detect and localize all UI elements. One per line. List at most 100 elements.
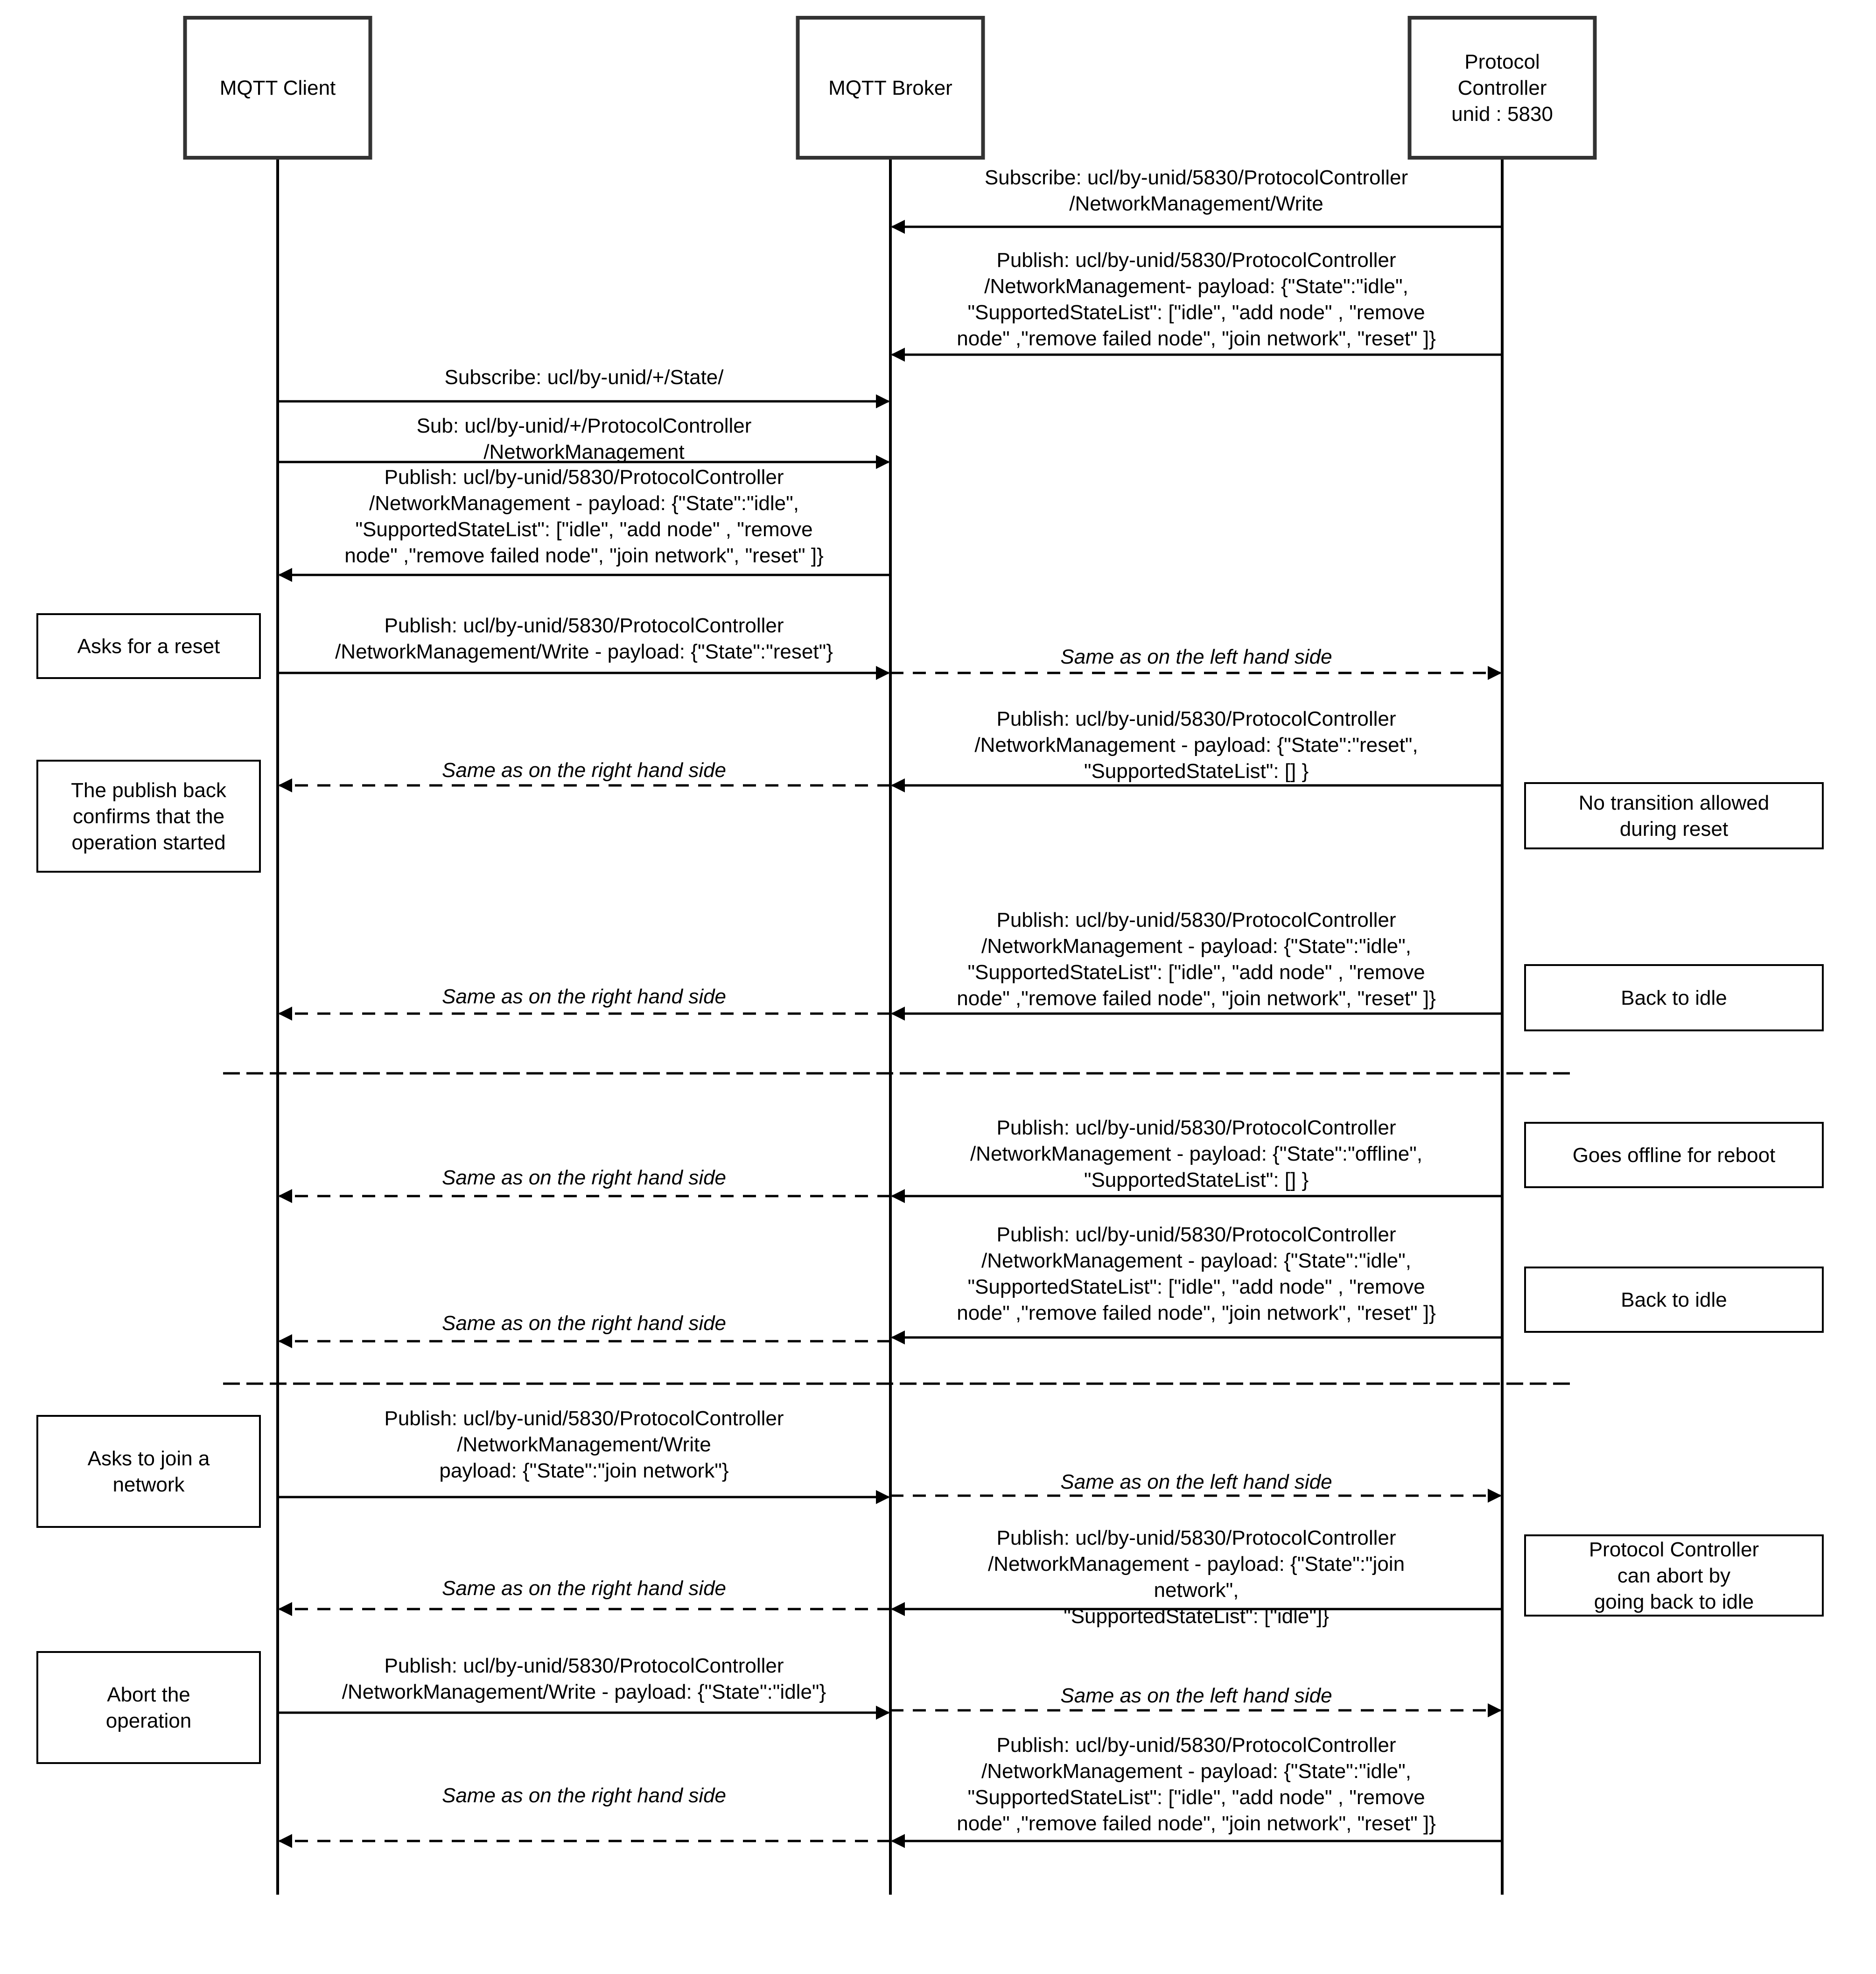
message-label: Same as on the right hand side bbox=[442, 1577, 726, 1600]
note: Asks for a reset bbox=[36, 613, 261, 679]
relay-message[interactable]: Same as on the right hand side bbox=[278, 1166, 890, 1203]
message[interactable]: Publish: ucl/by-unid/5830/ProtocolContro… bbox=[891, 249, 1502, 362]
message-label-line: /NetworkManagement- payload: {"State":"i… bbox=[984, 275, 1408, 298]
note-text-line: operation bbox=[106, 1709, 191, 1732]
relay-message[interactable]: Same as on the left hand side bbox=[890, 1470, 1502, 1503]
message-label-line: Same as on the right hand side bbox=[442, 1577, 726, 1600]
note: Protocol Controller can abort by going bac… bbox=[1524, 1534, 1824, 1617]
sequence-diagram: MQTT Client MQTT Broker Protocol Controller… bbox=[36, 16, 1824, 1895]
message-label-line: "SupportedStateList": ["idle", "add node… bbox=[967, 1275, 1425, 1298]
message-label-line: Sub: ucl/by-unid/+/ProtocolController bbox=[417, 414, 752, 437]
message-label: Publish: ucl/by-unid/5830/ProtocolContro… bbox=[384, 1407, 784, 1482]
message-label: Publish: ucl/by-unid/5830/ProtocolContro… bbox=[344, 466, 824, 567]
note-text: The publish back confirms that the operati… bbox=[71, 779, 227, 854]
message-label-line: node" ,"remove failed node", "join netwo… bbox=[957, 327, 1436, 350]
message-label-line: Publish: ucl/by-unid/5830/ProtocolContro… bbox=[384, 1654, 784, 1677]
relay-message[interactable]: Same as on the left hand side bbox=[890, 645, 1502, 680]
relay-message[interactable]: Same as on the left hand side bbox=[890, 1684, 1502, 1717]
message[interactable]: Subscribe: ucl/by-unid/+/State/ bbox=[278, 366, 890, 408]
message[interactable]: Publish: ucl/by-unid/5830/ProtocolContro… bbox=[278, 1654, 890, 1720]
note-text: Back to idle bbox=[1621, 987, 1727, 1009]
message-label-line: "SupportedStateList": [] } bbox=[1084, 1169, 1309, 1191]
message-label-line: /NetworkManagement - payload: {"State":"… bbox=[988, 1553, 1405, 1575]
message-label: Publish: ucl/by-unid/5830/ProtocolContro… bbox=[974, 707, 1418, 783]
message-label: Same as on the right hand side bbox=[442, 1784, 726, 1807]
actor-label-line: MQTT Broker bbox=[828, 77, 952, 99]
message[interactable]: Publish: ucl/by-unid/5830/ProtocolContro… bbox=[891, 909, 1502, 1021]
relay-message[interactable]: Same as on the right hand side bbox=[278, 759, 890, 792]
message-label: Same as on the right hand side bbox=[442, 1312, 726, 1335]
message-label-line: node" ,"remove failed node", "join netwo… bbox=[957, 1302, 1436, 1324]
message-label: Subscribe: ucl/by-unid/5830/ProtocolCont… bbox=[985, 166, 1408, 215]
message-label-line: /NetworkManagement - payload: {"State":"… bbox=[974, 734, 1418, 756]
note: Goes offline for reboot bbox=[1524, 1122, 1824, 1188]
message[interactable]: Publish: ucl/by-unid/5830/ProtocolContro… bbox=[278, 466, 890, 582]
message-label-line: Publish: ucl/by-unid/5830/ProtocolContro… bbox=[996, 1526, 1396, 1549]
message-label-line: "SupportedStateList": ["idle"]} bbox=[1064, 1605, 1329, 1628]
actor-pc[interactable]: Protocol Controller unid : 5830 bbox=[1407, 16, 1597, 160]
message-label-line: Subscribe: ucl/by-unid/5830/ProtocolCont… bbox=[985, 166, 1408, 189]
message-label: Publish: ucl/by-unid/5830/ProtocolContro… bbox=[988, 1526, 1405, 1628]
message-label: Subscribe: ucl/by-unid/+/State/ bbox=[445, 366, 724, 389]
message[interactable]: Publish: ucl/by-unid/5830/ProtocolContro… bbox=[891, 707, 1502, 792]
note-text-line: Asks to join a bbox=[88, 1447, 210, 1470]
message-label-line: Same as on the right hand side bbox=[442, 759, 726, 782]
message-label-line: Publish: ucl/by-unid/5830/ProtocolContro… bbox=[996, 1223, 1396, 1246]
actor-label-line: unid : 5830 bbox=[1451, 103, 1553, 126]
message-label: Same as on the right hand side bbox=[442, 1166, 726, 1189]
message-label-line: /NetworkManagement - payload: {"State":"… bbox=[981, 935, 1411, 958]
message-label-line: Publish: ucl/by-unid/5830/ProtocolContro… bbox=[996, 1734, 1396, 1757]
note-text-line: Abort the bbox=[107, 1683, 190, 1706]
message-label-line: Same as on the right hand side bbox=[442, 1166, 726, 1189]
note-text-line: Back to idle bbox=[1621, 1288, 1727, 1311]
message[interactable]: Publish: ucl/by-unid/5830/ProtocolContro… bbox=[891, 1116, 1502, 1203]
note-text-line: The publish back bbox=[71, 779, 227, 802]
message-label: Sub: ucl/by-unid/+/ProtocolController/Ne… bbox=[417, 414, 752, 463]
note: Back to idle bbox=[1524, 964, 1824, 1031]
message-label-line: Publish: ucl/by-unid/5830/ProtocolContro… bbox=[996, 707, 1396, 730]
note-text-line: No transition allowed bbox=[1579, 791, 1769, 814]
relay-message[interactable]: Same as on the right hand side bbox=[278, 1312, 890, 1348]
message-label-line: "SupportedStateList": [] } bbox=[1084, 760, 1309, 783]
message-label-line: /NetworkManagement/Write - payload: {"St… bbox=[342, 1680, 826, 1703]
actor-client[interactable]: MQTT Client bbox=[183, 16, 372, 160]
message[interactable]: Publish: ucl/by-unid/5830/ProtocolContro… bbox=[278, 1407, 890, 1504]
message-label: Same as on the left hand side bbox=[1060, 1684, 1332, 1707]
message-label-line: payload: {"State":"join network"} bbox=[439, 1459, 728, 1482]
actor-broker[interactable]: MQTT Broker bbox=[796, 16, 985, 160]
message-label-line: Publish: ucl/by-unid/5830/ProtocolContro… bbox=[384, 614, 784, 637]
message[interactable]: Publish: ucl/by-unid/5830/ProtocolContro… bbox=[891, 1223, 1502, 1344]
message-label: Publish: ucl/by-unid/5830/ProtocolContro… bbox=[970, 1116, 1422, 1191]
message-label-line: network", bbox=[1154, 1579, 1239, 1602]
note-text-line: Back to idle bbox=[1621, 987, 1727, 1009]
relay-message[interactable]: Same as on the right hand side bbox=[278, 985, 890, 1021]
actor-label-line: MQTT Client bbox=[220, 77, 336, 99]
actor-label-line: Controller bbox=[1458, 77, 1547, 99]
note: Abort the operation bbox=[36, 1651, 261, 1764]
message-label-line: node" ,"remove failed node", "join netwo… bbox=[344, 544, 824, 567]
message[interactable]: Publish: ucl/by-unid/5830/ProtocolContro… bbox=[891, 1526, 1502, 1628]
message[interactable]: Subscribe: ucl/by-unid/5830/ProtocolCont… bbox=[891, 166, 1502, 234]
message-label: Publish: ucl/by-unid/5830/ProtocolContro… bbox=[957, 1734, 1436, 1835]
relay-message[interactable]: Same as on the right hand side bbox=[278, 1577, 890, 1616]
message-label-line: node" ,"remove failed node", "join netwo… bbox=[957, 987, 1436, 1010]
note: The publish back confirms that the operati… bbox=[36, 760, 261, 873]
message[interactable]: Publish: ucl/by-unid/5830/ProtocolContro… bbox=[278, 614, 890, 680]
note: Asks to join a network bbox=[36, 1415, 261, 1528]
message[interactable]: Publish: ucl/by-unid/5830/ProtocolContro… bbox=[891, 1734, 1502, 1848]
message[interactable]: Sub: ucl/by-unid/+/ProtocolController/Ne… bbox=[278, 414, 890, 469]
actor-label: Protocol Controller unid : 5830 bbox=[1451, 50, 1553, 126]
note: No transition allowed during reset bbox=[1524, 782, 1824, 849]
message-label-line: "SupportedStateList": ["idle", "add node… bbox=[967, 1786, 1425, 1809]
relay-message[interactable]: Same as on the right hand side bbox=[278, 1784, 890, 1848]
actor-label: MQTT Client bbox=[220, 77, 336, 99]
message-label-line: /NetworkManagement - payload: {"State":"… bbox=[970, 1142, 1422, 1165]
note-box bbox=[36, 1415, 261, 1528]
message-label: Publish: ucl/by-unid/5830/ProtocolContro… bbox=[957, 1223, 1436, 1324]
message-label-line: Publish: ucl/by-unid/5830/ProtocolContro… bbox=[996, 909, 1396, 931]
message-label: Same as on the left hand side bbox=[1060, 645, 1332, 668]
actor-label: MQTT Broker bbox=[828, 77, 952, 99]
message-label-line: Same as on the right hand side bbox=[442, 1312, 726, 1335]
message-label-line: Publish: ucl/by-unid/5830/ProtocolContro… bbox=[384, 466, 784, 489]
note: Back to idle bbox=[1524, 1267, 1824, 1333]
